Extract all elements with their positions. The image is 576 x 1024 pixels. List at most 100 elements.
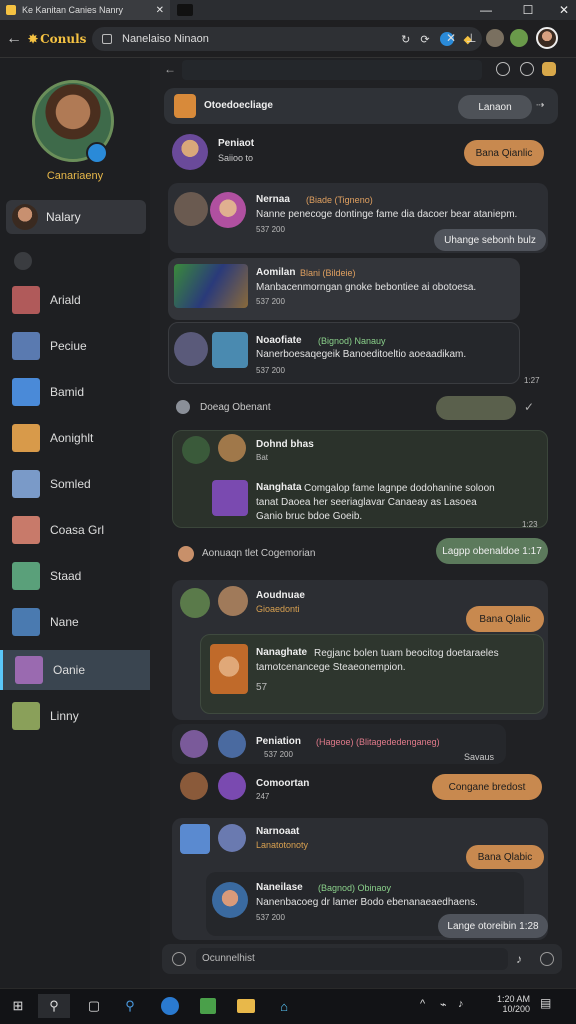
sidebar-item-nalary[interactable]: Nalary: [6, 200, 146, 234]
avatar: [12, 608, 40, 636]
avatar: [212, 480, 248, 516]
attach-icon[interactable]: [172, 952, 186, 966]
avatar: [12, 332, 40, 360]
store-icon[interactable]: [196, 994, 220, 1018]
reply-bubble[interactable]: Lange otoreibin 1:28: [438, 914, 548, 938]
windows-start-icon[interactable]: ⊞: [6, 994, 30, 1018]
timestamp: 1:27: [524, 376, 540, 385]
mic-icon[interactable]: ♪: [516, 952, 522, 966]
sidebar-item-bamid[interactable]: Bamid: [0, 372, 150, 412]
message-input[interactable]: Ocunnelhist: [196, 948, 508, 970]
post-text: Manbacenmorngan gnoke bebontiee ai oboto…: [256, 282, 477, 293]
app-logo[interactable]: ✸ Conuls: [28, 28, 86, 50]
avatar: [182, 436, 210, 464]
volume-icon[interactable]: ♪: [458, 998, 464, 1010]
settings-icon[interactable]: [496, 62, 510, 76]
avatar: [180, 588, 210, 618]
sidebar-item-peciue[interactable]: Peciue: [0, 326, 150, 366]
reload-icon[interactable]: ⟳: [420, 33, 429, 46]
notifications-icon[interactable]: ▤: [540, 996, 551, 1010]
close-window-button[interactable]: ✕: [546, 0, 576, 20]
sidebar-item-label: Aonighlt: [50, 431, 94, 445]
minimize-button[interactable]: —: [468, 0, 504, 20]
post-tag: (Bignod) Nanauy: [318, 336, 386, 346]
address-bar[interactable]: Nanelaiso Ninaon ↻ ⟳ ◆: [92, 27, 482, 51]
app-menu-icon[interactable]: [542, 62, 556, 76]
avatar: [212, 882, 248, 918]
username: Canariaeny: [46, 170, 104, 182]
profile-avatar[interactable]: [536, 27, 558, 49]
tools-icon[interactable]: ✕: [446, 31, 456, 45]
post-author: Noaofiate: [256, 335, 302, 346]
sidebar-item-aonighlt[interactable]: Aonighlt: [0, 418, 150, 458]
browser-tab[interactable]: Ke Kanitan Canies Nanry ✕: [0, 0, 170, 20]
gear-icon[interactable]: [14, 252, 32, 270]
clock[interactable]: 1:20 AM 10/200: [494, 994, 530, 1014]
folder-icon[interactable]: [234, 994, 258, 1018]
avatar: [172, 134, 208, 170]
avatar: [15, 656, 43, 684]
sidebar-item-label: Coasa Grl: [50, 523, 105, 537]
action-button[interactable]: Congane bredost: [432, 774, 542, 800]
action-button[interactable]: Bana Qlalic: [466, 606, 544, 632]
app-taskbar-icon[interactable]: ⌂: [272, 994, 296, 1018]
extension-leaf-icon[interactable]: [510, 29, 528, 47]
system-bubble[interactable]: Lagpp obenaldoe 1:17: [436, 538, 548, 564]
channel-search[interactable]: [182, 60, 482, 80]
post-author: Narnoaat: [256, 826, 300, 837]
system-bubble-label: Lagpp obenaldoe 1:17: [442, 545, 542, 557]
network-icon[interactable]: ⌁: [440, 998, 447, 1011]
avatar: [210, 644, 248, 694]
sidebar-item-somled[interactable]: Somled: [0, 464, 150, 504]
edge-icon[interactable]: [158, 994, 182, 1018]
task-view-icon[interactable]: ▢: [82, 994, 106, 1018]
cortana-icon[interactable]: ⚲: [118, 994, 142, 1018]
new-tab-button[interactable]: [172, 0, 198, 20]
header-button[interactable]: Lanaon: [458, 95, 532, 119]
action-button-label: Bana Qlabic: [477, 851, 533, 863]
post-author: Nernaa: [256, 194, 290, 205]
action-button[interactable]: Bana Qianlic: [464, 140, 544, 166]
refresh-icon[interactable]: ↻: [401, 33, 410, 46]
info-icon[interactable]: [520, 62, 534, 76]
avatar: [218, 824, 246, 852]
sidebar-item-ariald[interactable]: Ariald: [0, 280, 150, 320]
sidebar-item-coasa-grl[interactable]: Coasa Grl: [0, 510, 150, 550]
avatar: [180, 772, 208, 800]
more-icon[interactable]: ⇢: [536, 100, 544, 111]
search-icon[interactable]: ⚲: [38, 994, 70, 1018]
sidebar-item-oanie[interactable]: Oanie: [0, 650, 150, 690]
sidebar-item-nane[interactable]: Nane: [0, 602, 150, 642]
action-button-label: Bana Qianlic: [475, 147, 533, 159]
emoji-icon[interactable]: [540, 952, 554, 966]
action-button-label: Bana Qlalic: [479, 613, 531, 625]
post-meta: 537 200: [256, 913, 285, 922]
status-button[interactable]: [436, 396, 516, 420]
sidebar-item-label: Nane: [50, 615, 79, 629]
sidebar-item-label: Peciue: [50, 339, 87, 353]
post-tag: (Biade (Tigneno): [306, 195, 373, 205]
post-image: [174, 264, 248, 308]
extension-avatar-icon[interactable]: [486, 29, 504, 47]
timestamp: 1:23: [522, 520, 538, 529]
action-button-label: Congane bredost: [448, 781, 526, 793]
sidebar-item-staad[interactable]: Staad: [0, 556, 150, 596]
post-author: Aomilan: [256, 267, 296, 278]
action-button[interactable]: Bana Qlabic: [466, 845, 544, 869]
back-arrow-icon[interactable]: ←: [6, 30, 22, 48]
reply-bubble[interactable]: Uhange sebonh bulz: [434, 229, 546, 251]
clock-time: 1:20 AM: [496, 994, 530, 1004]
maximize-button[interactable]: ☐: [510, 0, 546, 20]
sidebar-item-label: Linny: [50, 709, 79, 723]
tab-close-icon[interactable]: ✕: [156, 5, 164, 16]
reply-bubble-label: Lange otoreibin 1:28: [447, 920, 539, 932]
pin-icon[interactable]: ⊥: [466, 31, 476, 45]
tray-chevron-icon[interactable]: ^: [420, 998, 425, 1010]
post-subtitle: Lanatotonoty: [256, 840, 309, 850]
sidebar-item-linny[interactable]: Linny: [0, 696, 150, 736]
avatar: [218, 772, 246, 800]
collapse-arrow-icon[interactable]: ←: [164, 62, 176, 76]
sidebar-item-label: Nalary: [46, 210, 81, 224]
avatar: [176, 400, 190, 414]
page-info-icon: [102, 34, 112, 44]
